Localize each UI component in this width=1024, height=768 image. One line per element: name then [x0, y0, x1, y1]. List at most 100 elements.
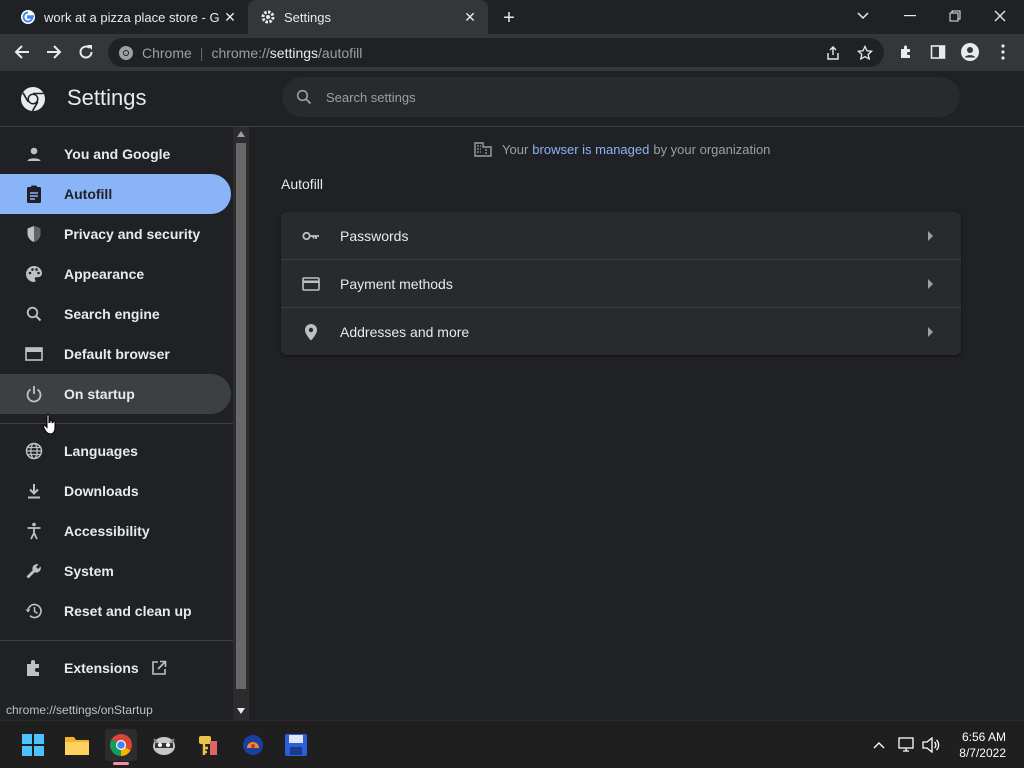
sidebar-item-label: Appearance [64, 266, 145, 282]
bookmark-star-icon[interactable] [856, 44, 874, 62]
chrome-icon [119, 45, 133, 60]
sidebar-item-default-browser[interactable]: Default browser [0, 334, 231, 374]
status-url-bubble: chrome://settings/onStartup [0, 700, 159, 720]
reload-icon[interactable] [73, 39, 99, 65]
restore-icon[interactable] [941, 4, 969, 28]
minimize-icon[interactable] [896, 4, 924, 28]
extensions-puzzle-icon[interactable] [893, 39, 919, 65]
close-tab-icon[interactable]: ✕ [220, 7, 240, 27]
pizza-app-icon[interactable] [237, 729, 269, 761]
sidebar-item-extensions[interactable]: Extensions [0, 648, 231, 688]
page-title: Settings [67, 85, 147, 110]
sidebar-item-languages[interactable]: Languages [0, 431, 231, 471]
profile-icon[interactable] [957, 39, 983, 65]
url-path: /autofill [318, 44, 363, 61]
sidebar-item-privacy[interactable]: Privacy and security [0, 214, 231, 254]
addresses-row[interactable]: Addresses and more [281, 308, 961, 356]
sidebar-item-accessibility[interactable]: Accessibility [0, 511, 231, 551]
share-icon[interactable] [824, 44, 842, 62]
row-label: Addresses and more [340, 324, 470, 340]
managed-suffix: by your organization [653, 141, 771, 157]
sidebar-item-label: System [64, 563, 114, 579]
close-window-icon[interactable] [986, 4, 1014, 28]
puzzle-icon [24, 658, 44, 678]
back-icon[interactable] [9, 39, 35, 65]
windows-start-icon[interactable] [17, 729, 49, 761]
omnibox-separator: | [199, 44, 204, 61]
side-panel-icon[interactable] [925, 39, 951, 65]
sidebar-item-label: On startup [64, 386, 135, 402]
scroll-up-arrow-icon[interactable] [237, 131, 245, 137]
sidebar-item-on-startup[interactable]: On startup [0, 374, 231, 414]
chrome-chip[interactable]: Chrome [118, 45, 192, 61]
new-tab-icon[interactable]: + [498, 7, 520, 29]
close-tab-icon[interactable]: ✕ [460, 7, 480, 27]
sidebar-item-label: Default browser [64, 346, 170, 362]
scrollbar-thumb[interactable] [236, 143, 246, 689]
accessibility-icon [24, 521, 44, 541]
sidebar-item-search-engine[interactable]: Search engine [0, 294, 231, 334]
arrow-right-icon [921, 231, 941, 241]
tab-search-icon[interactable] [849, 4, 877, 28]
url-scheme: chrome:// [211, 44, 270, 61]
search-settings-box[interactable] [282, 77, 960, 117]
address-bar[interactable]: Chrome | chrome://settings/autofill [108, 38, 884, 67]
search-icon [24, 304, 44, 324]
active-app-indicator [113, 762, 129, 765]
download-icon [24, 481, 44, 501]
globe-icon [24, 441, 44, 461]
volume-icon[interactable] [921, 735, 941, 755]
show-hidden-icons-icon[interactable] [869, 735, 889, 755]
location-pin-icon [301, 322, 321, 342]
external-link-icon [151, 660, 167, 676]
person-icon [24, 144, 44, 164]
sidebar-scrollbar[interactable] [233, 127, 249, 720]
keys-app-icon[interactable] [192, 729, 224, 761]
sidebar-item-downloads[interactable]: Downloads [0, 471, 231, 511]
search-icon [294, 87, 314, 107]
browser-icon [24, 344, 44, 364]
power-icon [24, 384, 44, 404]
menu-kebab-icon[interactable] [990, 39, 1016, 65]
sidebar-divider [0, 640, 233, 641]
sidebar-item-label: Accessibility [64, 523, 150, 539]
chrome-logo-icon [20, 86, 46, 112]
credit-card-icon [301, 274, 321, 294]
passwords-row[interactable]: Passwords [281, 212, 961, 260]
mouse-cursor-icon [42, 414, 57, 436]
tab-strip: work at a pizza place store - Goo ✕ Sett… [0, 0, 1024, 34]
file-explorer-icon[interactable] [61, 729, 93, 761]
url-host: settings [269, 44, 319, 61]
clock-time: 6:56 AM [961, 730, 1006, 744]
sidebar-item-reset[interactable]: Reset and clean up [0, 591, 231, 631]
tab-pizza-store[interactable]: work at a pizza place store - Goo ✕ [8, 0, 248, 34]
browser-toolbar: Chrome | chrome://settings/autofill [0, 34, 1024, 71]
tab-settings[interactable]: Settings ✕ [248, 0, 488, 34]
sidebar-item-label: Languages [64, 443, 138, 459]
sidebar-item-label: Privacy and security [64, 226, 201, 242]
network-icon[interactable] [897, 735, 917, 755]
payment-methods-row[interactable]: Payment methods [281, 260, 961, 308]
scroll-down-arrow-icon[interactable] [237, 708, 245, 714]
windows-taskbar: 6:56 AM 8/7/2022 [0, 720, 1024, 768]
forward-icon[interactable] [41, 39, 67, 65]
building-icon [474, 141, 492, 157]
sidebar-item-appearance[interactable]: Appearance [0, 254, 231, 294]
system-clock[interactable]: 6:56 AM 8/7/2022 [959, 729, 1006, 761]
settings-header: Settings [0, 71, 1024, 127]
raccoon-app-icon[interactable] [148, 729, 180, 761]
sidebar-item-label: Autofill [64, 186, 113, 202]
sidebar-item-you-and-google[interactable]: You and Google [0, 134, 231, 174]
search-input[interactable] [326, 89, 926, 105]
gear-icon [260, 9, 276, 25]
managed-link[interactable]: browser is managed [532, 142, 649, 157]
autofill-card: Passwords Payment methods Addresses and … [281, 212, 961, 355]
sidebar-item-autofill[interactable]: Autofill [0, 174, 231, 214]
clipboard-icon [24, 184, 44, 204]
chrome-taskbar-icon[interactable] [105, 729, 137, 765]
sidebar-item-system[interactable]: System [0, 551, 231, 591]
save-disk-icon[interactable] [280, 729, 312, 761]
history-icon [24, 601, 44, 621]
wrench-icon [24, 561, 44, 581]
settings-sidebar: You and Google Autofill Privacy and secu… [0, 127, 233, 720]
